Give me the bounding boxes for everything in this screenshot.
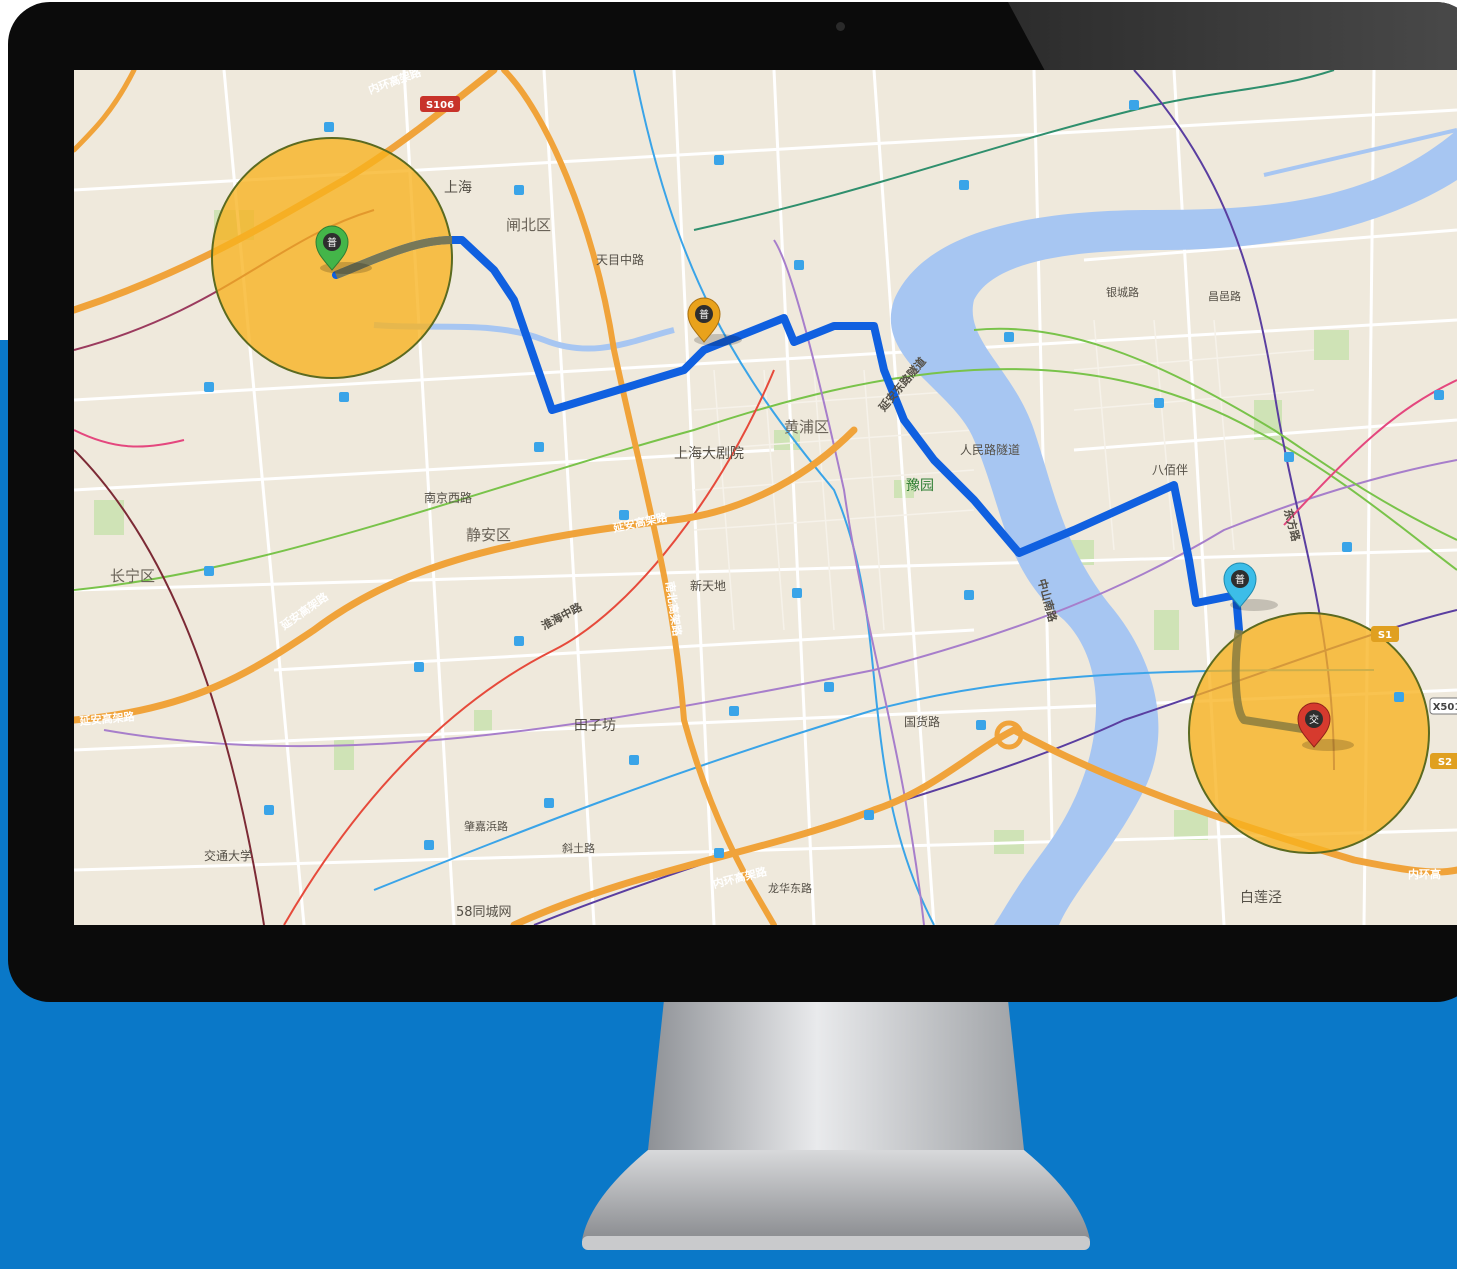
waypoint-1-glyph: 普 [699,308,709,321]
label-changning: 长宁区 [110,567,155,585]
label-renmin-tunnel: 人民路隧道 [960,442,1020,457]
map-canvas[interactable]: S106 S1 X501 S2 上海 闸北区 天目中路 黄浦区 上海大剧院 豫园… [74,70,1457,925]
label-guojia: 国货路 [904,714,940,729]
label-inner-ring-e: 内环高 [1408,867,1441,881]
label-yuyuan: 豫园 [906,478,934,494]
start-pin-glyph: 普 [327,236,337,249]
label-tianmu: 天目中路 [596,252,644,267]
label-bailianjing: 白莲泾 [1240,890,1282,906]
label-58tongcheng: 58同城网 [456,905,512,920]
label-longhua: 龙华东路 [768,881,812,895]
label-nanjing-west: 南京西路 [424,490,472,505]
shield-s2-label: S2 [1438,757,1452,768]
monitor-mockup: S106 S1 X501 S2 上海 闸北区 天目中路 黄浦区 上海大剧院 豫园… [0,0,1457,1269]
camera-icon [836,22,845,31]
shield-s1-label: S1 [1378,630,1392,641]
label-babaiban: 八佰伴 [1152,463,1188,477]
label-grand-theatre: 上海大剧院 [674,446,744,462]
map-screen[interactable]: S106 S1 X501 S2 上海 闸北区 天目中路 黄浦区 上海大剧院 豫园… [74,70,1457,925]
label-tianzifang: 田子坊 [574,718,616,734]
label-shanghai-station: 上海 [444,180,472,196]
label-changyi: 昌邑路 [1208,290,1241,303]
label-jingan: 静安区 [466,526,511,544]
label-jiaotong: 交通大学 [204,848,252,863]
waypoint-2-glyph: 普 [1235,573,1245,586]
label-yincheng: 银城路 [1106,285,1139,299]
label-xietu: 斜土路 [562,842,595,855]
destination-pin-glyph: 交 [1309,713,1319,726]
label-xintiandi: 新天地 [690,578,726,593]
shield-x501-label: X501 [1433,702,1457,713]
bezel-glare [1008,2,1457,72]
label-huangpu: 黄浦区 [784,418,829,436]
shield-s106-label: S106 [426,100,454,111]
label-zhaojiabang: 肇嘉浜路 [464,819,508,833]
label-zhabei: 闸北区 [506,216,551,234]
